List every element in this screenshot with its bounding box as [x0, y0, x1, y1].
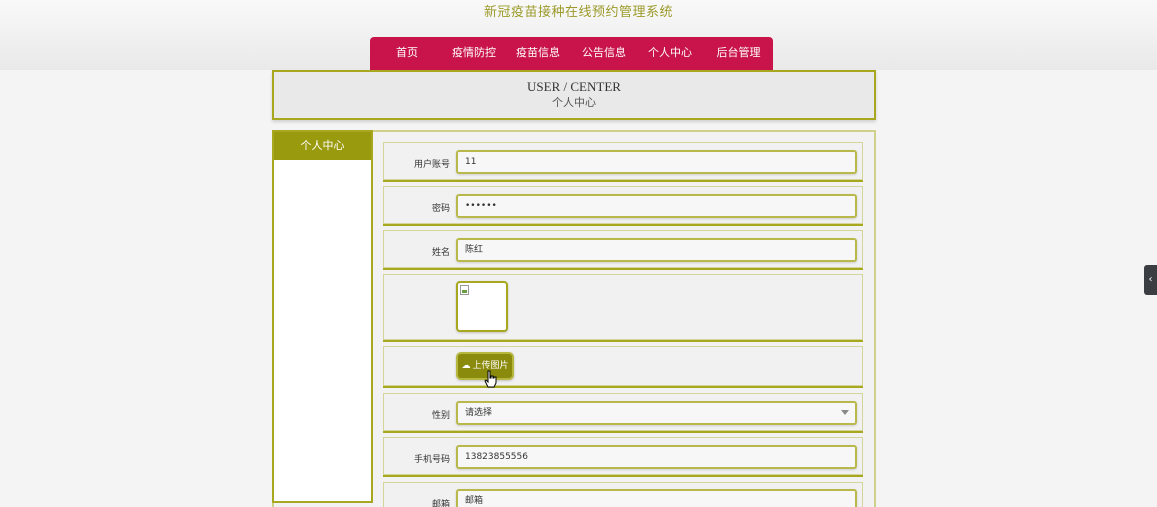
form-row-upload: ☁ 上传图片	[383, 346, 863, 386]
form-row-avatar	[383, 274, 863, 340]
site-title: 新冠疫苗接种在线预约管理系统	[483, 5, 673, 20]
gender-label: 性别	[431, 411, 450, 421]
main-nav: 首页 疫情防控 疫苗信息 公告信息 个人中心 后台管理	[370, 37, 773, 71]
nav-item-announcements[interactable]: 公告信息	[572, 37, 636, 71]
nav-item-home[interactable]: 首页	[370, 37, 444, 71]
nav-item-admin[interactable]: 后台管理	[704, 37, 773, 71]
name-label: 姓名	[431, 248, 450, 258]
sidebar-item-user-center[interactable]: 个人中心	[274, 132, 371, 160]
nav-item-user-center[interactable]: 个人中心	[636, 37, 704, 71]
chevron-down-icon	[841, 410, 849, 415]
username-input[interactable]: 11	[456, 150, 857, 174]
hand-cursor-icon	[484, 370, 497, 388]
side-panel-toggle[interactable]: ‹	[1144, 265, 1157, 295]
password-label: 密码	[431, 204, 450, 214]
form-row-gender: 性别 请选择	[383, 393, 863, 431]
phone-label: 手机号码	[413, 455, 450, 465]
name-input[interactable]: 陈红	[456, 238, 857, 262]
form-row-username: 用户账号 11	[383, 142, 863, 180]
banner-title-cn: 个人中心	[552, 96, 596, 109]
banner-title-en: USER / CENTER	[527, 79, 621, 94]
avatar-preview[interactable]	[456, 281, 508, 332]
gender-select[interactable]: 请选择	[456, 401, 857, 425]
sidebar: 个人中心	[272, 130, 373, 503]
form-row-email: 邮箱 邮箱	[383, 482, 863, 507]
password-input[interactable]: ••••••	[456, 194, 857, 218]
form-row-name: 姓名 陈红	[383, 230, 863, 268]
phone-input[interactable]: 13823855556	[456, 445, 857, 469]
username-label: 用户账号	[413, 160, 450, 170]
cloud-upload-icon: ☁	[461, 361, 471, 371]
nav-item-vaccine-info[interactable]: 疫苗信息	[504, 37, 572, 71]
form-row-phone: 手机号码 13823855556	[383, 437, 863, 475]
gender-select-value: 请选择	[465, 408, 493, 418]
email-label: 邮箱	[431, 500, 450, 507]
page-banner: USER / CENTER 个人中心	[272, 70, 876, 120]
nav-item-epidemic-control[interactable]: 疫情防控	[444, 37, 504, 71]
chevron-left-icon: ‹	[1148, 274, 1153, 285]
broken-image-icon	[460, 285, 469, 295]
email-input[interactable]: 邮箱	[456, 489, 857, 507]
form-row-password: 密码 ••••••	[383, 186, 863, 224]
